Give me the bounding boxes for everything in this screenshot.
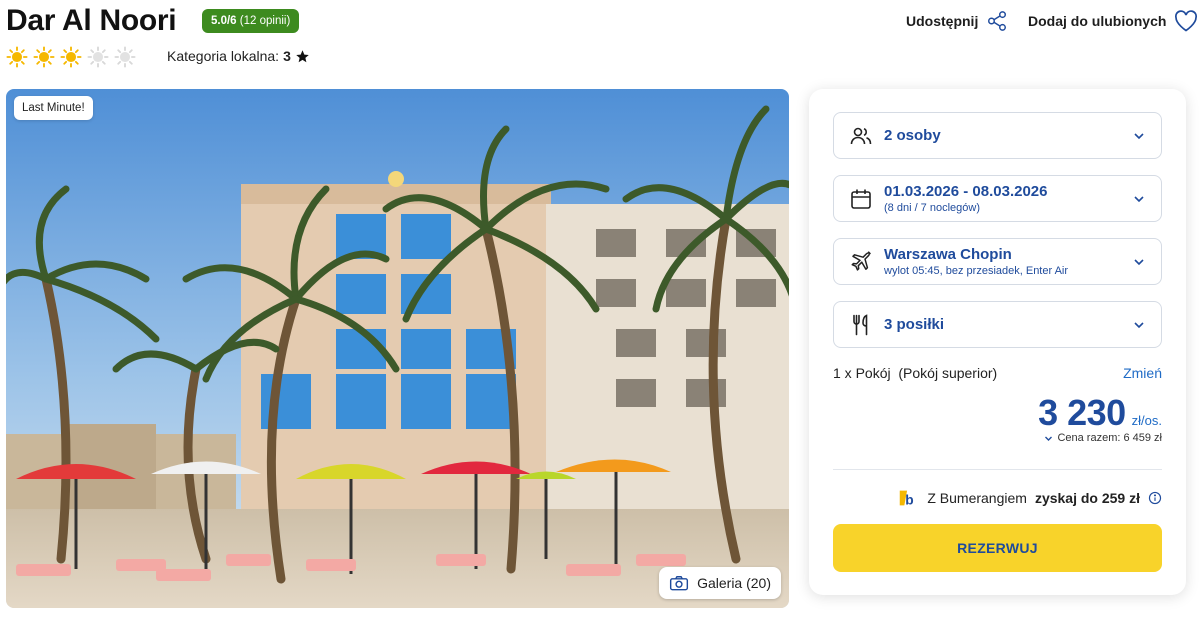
chevron-down-icon: [1045, 436, 1053, 441]
calendar-icon: [851, 189, 871, 209]
meals-label: 3 posiłki: [884, 316, 945, 333]
chevron-down-icon: [1134, 258, 1144, 265]
price-unit: zł/os.: [1131, 413, 1162, 428]
sun-icon: [60, 46, 82, 68]
sun-icon: [33, 46, 55, 68]
favorite-label: Dodaj do ulubionych: [1028, 13, 1167, 29]
favorite-button[interactable]: Dodaj do ulubionych: [1028, 10, 1198, 32]
room-change-link[interactable]: Zmień: [1123, 365, 1162, 381]
info-icon[interactable]: [1148, 491, 1162, 505]
sun-empty-icon: [114, 46, 136, 68]
booking-panel: 2 osoby 01.03.2026 - 08.03.2026 (8 dni /…: [809, 89, 1186, 595]
bumerang-logo-icon: b: [900, 490, 914, 507]
chevron-down-icon: [1134, 321, 1144, 328]
star-icon: [296, 49, 309, 62]
flight-sub: wylot 05:45, bez przesiadek, Enter Air: [884, 265, 1069, 277]
heart-icon: [1175, 10, 1198, 32]
room-summary: 1 x Pokój (Pokój superior): [833, 365, 998, 381]
people-icon: [850, 127, 872, 144]
camera-icon: [670, 576, 689, 591]
price: 3 230 zł/os.: [1038, 392, 1162, 434]
bumerang-prefix: Z Bumerangiem: [927, 490, 1027, 506]
persons-select[interactable]: 2 osoby: [833, 112, 1162, 159]
gallery-button[interactable]: Galeria (20): [659, 567, 781, 599]
plane-icon: [851, 250, 871, 271]
divider: [833, 469, 1162, 470]
rating-badge[interactable]: 5.0/6 (12 opinii): [202, 9, 300, 33]
meals-select[interactable]: 3 posiłki: [833, 301, 1162, 348]
rating-score: 5.0/6: [211, 15, 237, 27]
price-amount: 3 230: [1038, 392, 1126, 433]
sun-icon: [6, 46, 28, 68]
hotel-photo[interactable]: Last Minute! Galeria (20): [6, 89, 789, 608]
dates-sub: (8 dni / 7 noclegów): [884, 202, 980, 214]
flight-select[interactable]: Warszawa Chopin wylot 05:45, bez przesia…: [833, 238, 1162, 285]
sun-empty-icon: [87, 46, 109, 68]
bumerang-info: b Z Bumerangiem zyskaj do 259 zł: [897, 487, 1162, 509]
total-price[interactable]: Cena razem: 6 459 zł: [1044, 432, 1162, 444]
sun-rating: [6, 46, 136, 68]
bumerang-bold: zyskaj do 259 zł: [1034, 490, 1140, 506]
local-category-value: 3: [283, 48, 291, 64]
dates-label: 01.03.2026 - 08.03.2026: [884, 183, 1048, 200]
local-category-label: Kategoria lokalna:: [167, 48, 280, 64]
rating-count: (12 opinii): [239, 15, 291, 27]
svg-text:b: b: [906, 492, 914, 507]
gallery-label: Galeria (20): [697, 575, 771, 591]
hotel-photo-scene: [6, 89, 789, 608]
total-price-label: Cena razem: 6 459 zł: [1057, 432, 1162, 444]
share-label: Udostępnij: [906, 13, 979, 29]
chevron-down-icon: [1134, 195, 1144, 202]
persons-label: 2 osoby: [884, 127, 941, 144]
reserve-button[interactable]: REZERWUJ: [833, 524, 1162, 572]
local-category: Kategoria lokalna: 3: [167, 48, 310, 64]
share-button[interactable]: Udostępnij: [906, 10, 1008, 32]
chevron-down-icon: [1134, 132, 1144, 139]
hotel-name: Dar Al Noori: [6, 4, 177, 37]
share-icon: [988, 11, 1007, 31]
dates-select[interactable]: 01.03.2026 - 08.03.2026 (8 dni / 7 nocle…: [833, 175, 1162, 222]
last-minute-badge: Last Minute!: [14, 96, 93, 120]
cutlery-icon: [853, 313, 868, 335]
flight-label: Warszawa Chopin: [884, 246, 1012, 263]
